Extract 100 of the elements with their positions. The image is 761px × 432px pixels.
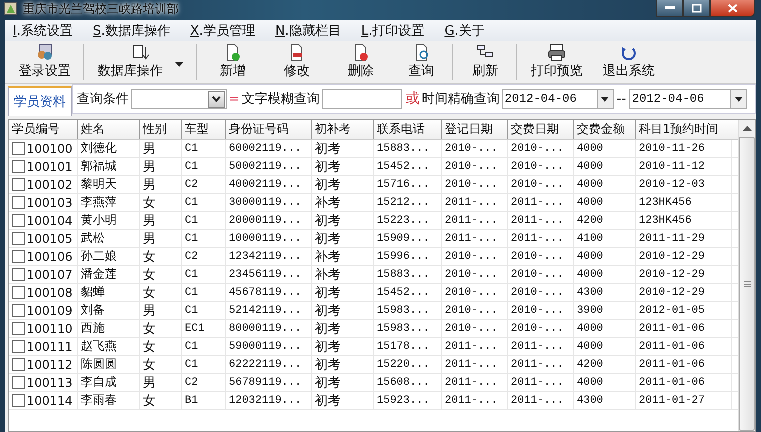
column-header[interactable]: 交费金额: [574, 120, 636, 139]
table-cell-text: 初考: [315, 158, 341, 175]
condition-dropdown[interactable]: [131, 89, 227, 109]
condition-label: 查询条件: [77, 91, 129, 108]
table-cell-text: 男: [143, 176, 156, 193]
table-cell: 50002119...: [229, 160, 302, 172]
column-header[interactable]: 身份证号码: [226, 120, 312, 139]
table-cell: 4000: [577, 142, 604, 154]
date-to-dropdown[interactable]: 2012-04-06: [629, 89, 748, 109]
row-checkbox[interactable]: [12, 160, 25, 173]
table-cell: 2010-...: [445, 142, 498, 154]
exact-time-label: 时间精确查询: [422, 91, 500, 108]
row-checkbox[interactable]: [12, 178, 25, 191]
table-cell: 80000119...: [229, 322, 302, 334]
row-checkbox[interactable]: [12, 304, 25, 317]
row-checkbox[interactable]: [12, 250, 25, 263]
table-cell: 15883...: [377, 268, 430, 280]
menu-item[interactable]: L.打印设置: [361, 22, 425, 40]
toolbar-button[interactable]: 新增: [205, 44, 261, 80]
row-checkbox[interactable]: [12, 322, 25, 335]
table-cell: 4000: [577, 322, 604, 334]
table-cell-text: 初考: [315, 212, 341, 229]
row-checkbox[interactable]: [12, 196, 25, 209]
table-cell: 2010-...: [445, 160, 498, 172]
table-cell: 52142119...: [229, 304, 302, 316]
menu-item[interactable]: I.系统设置: [13, 22, 73, 40]
table-cell: C2: [185, 250, 198, 262]
table-cell: 123HK456: [639, 196, 692, 208]
search-input-field[interactable]: [322, 89, 402, 109]
dropdown-icon: [208, 90, 225, 108]
table-cell: 2010-...: [445, 250, 498, 262]
table-cell: 62222119...: [229, 358, 302, 370]
table-cell: 2010-...: [511, 322, 564, 334]
toolbar-button[interactable]: 数据库操作: [92, 44, 197, 80]
table-cell: 2010-11-12: [639, 160, 706, 172]
dropdown-icon: [596, 90, 613, 108]
column-header[interactable]: 车型: [182, 120, 226, 139]
toolbar-button[interactable]: 查询: [397, 44, 453, 80]
table-cell: 2010-...: [511, 268, 564, 280]
table-cell: 15452...: [377, 286, 430, 298]
table-cell: 15923...: [377, 394, 430, 406]
toolbar-button[interactable]: 刷新: [461, 44, 517, 80]
table-cell: 武松: [81, 230, 105, 247]
row-checkbox[interactable]: [12, 376, 25, 389]
maximize-button[interactable]: [683, 0, 710, 17]
menu-item[interactable]: X.学员管理: [190, 22, 256, 40]
close-button[interactable]: [710, 0, 755, 17]
table-cell: 2011-...: [511, 376, 564, 388]
row-checkbox[interactable]: [12, 358, 25, 371]
table-cell: 2011-01-06: [639, 322, 706, 334]
column-header[interactable]: 科目1预约时间: [636, 120, 732, 139]
table-cell-text: 补考: [315, 194, 341, 211]
table-cell: 45678119...: [229, 286, 302, 298]
table-cell: 4000: [577, 178, 604, 190]
toolbar-button[interactable]: 修改: [269, 44, 325, 80]
toolbar-button[interactable]: 删除: [333, 44, 389, 80]
table-cell: 2010-...: [511, 160, 564, 172]
table-cell: 100102: [27, 178, 73, 192]
row-checkbox[interactable]: [12, 340, 25, 353]
table-cell: 刘德化: [81, 140, 117, 157]
row-checkbox[interactable]: [12, 268, 25, 281]
table-cell: 100108: [27, 286, 73, 300]
date-from-dropdown[interactable]: 2012-04-06: [502, 89, 614, 109]
table-cell-text: 女: [143, 284, 156, 301]
minimize-button[interactable]: [656, 0, 683, 17]
menu-item[interactable]: S.数据库操作: [92, 22, 170, 40]
table-cell: 2010-...: [511, 178, 564, 190]
table-cell-text: 初考: [315, 176, 341, 193]
table-cell: 孙二娘: [81, 248, 117, 265]
column-header[interactable]: 初补考: [312, 120, 374, 139]
toolbar-button[interactable]: 打印预览: [525, 44, 589, 80]
table-cell-text: 初考: [315, 284, 341, 301]
table-cell: 郭福城: [81, 158, 117, 175]
table-cell: C1: [185, 214, 198, 226]
column-header[interactable]: 联系电话: [374, 120, 442, 139]
column-header[interactable]: 交费日期: [508, 120, 574, 139]
table-cell-text: 男: [143, 158, 156, 175]
table-cell: 赵飞燕: [81, 338, 117, 355]
table-cell: 2011-...: [511, 358, 564, 370]
column-header[interactable]: 性别: [140, 120, 182, 139]
tab[interactable]: 学员资料: [8, 86, 72, 116]
menu-item[interactable]: N.隐藏栏目: [275, 22, 342, 40]
row-checkbox[interactable]: [12, 232, 25, 245]
column-header[interactable]: 学员编号: [9, 120, 78, 139]
table-cell: 2011-...: [511, 232, 564, 244]
column-header[interactable]: 姓名: [78, 120, 140, 139]
range-separator: --: [616, 92, 626, 106]
toolbar-button[interactable]: 退出系统: [597, 44, 661, 80]
toolbar-button[interactable]: 登录设置: [13, 44, 84, 80]
column-header[interactable]: 登记日期: [442, 120, 508, 139]
circular-arrow-icon: [619, 44, 639, 62]
table-cell-text: 男: [143, 230, 156, 247]
table-cell: 2010-...: [445, 268, 498, 280]
table-cell: 2010-...: [445, 178, 498, 190]
row-checkbox[interactable]: [12, 286, 25, 299]
table-cell: 2011-...: [445, 214, 498, 226]
menu-item[interactable]: G.关于: [444, 22, 485, 40]
row-checkbox[interactable]: [12, 394, 25, 407]
row-checkbox[interactable]: [12, 214, 25, 227]
row-checkbox[interactable]: [12, 142, 25, 155]
